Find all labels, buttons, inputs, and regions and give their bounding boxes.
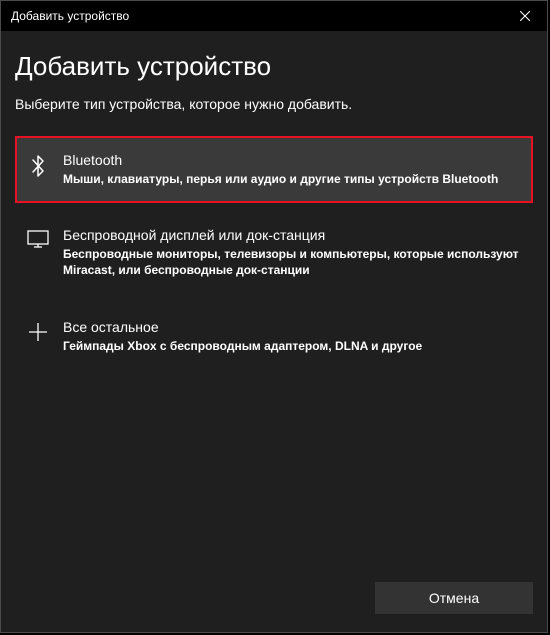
option-text: Bluetooth Мыши, клавиатуры, перья или ау… bbox=[63, 152, 521, 187]
option-wireless-display[interactable]: Беспроводной дисплей или док-станция Бес… bbox=[15, 211, 533, 294]
option-desc: Беспроводные мониторы, телевизоры и комп… bbox=[63, 246, 521, 278]
close-button[interactable] bbox=[502, 1, 547, 31]
option-everything-else[interactable]: Все остальное Геймпады Xbox с беспроводн… bbox=[15, 303, 533, 370]
bluetooth-icon bbox=[27, 155, 49, 177]
option-text: Беспроводной дисплей или док-станция Бес… bbox=[63, 227, 521, 278]
option-title: Беспроводной дисплей или док-станция bbox=[63, 227, 521, 243]
option-title: Все остальное bbox=[63, 319, 521, 335]
dialog-footer: Отмена bbox=[1, 582, 547, 632]
titlebar: Добавить устройство bbox=[1, 1, 547, 31]
option-bluetooth[interactable]: Bluetooth Мыши, клавиатуры, перья или ау… bbox=[15, 136, 533, 203]
titlebar-text: Добавить устройство bbox=[11, 9, 129, 23]
plus-icon bbox=[27, 322, 49, 344]
option-desc: Геймпады Xbox с беспроводным адаптером, … bbox=[63, 338, 521, 354]
option-text: Все остальное Геймпады Xbox с беспроводн… bbox=[63, 319, 521, 354]
add-device-dialog: Добавить устройство Добавить устройство … bbox=[0, 0, 548, 633]
cancel-button[interactable]: Отмена bbox=[375, 582, 533, 614]
option-desc: Мыши, клавиатуры, перья или аудио и друг… bbox=[63, 171, 521, 187]
dialog-heading: Добавить устройство bbox=[15, 51, 533, 82]
close-icon bbox=[520, 11, 530, 21]
option-title: Bluetooth bbox=[63, 152, 521, 168]
dialog-content: Добавить устройство Выберите тип устройс… bbox=[1, 31, 547, 582]
dialog-subheading: Выберите тип устройства, которое нужно д… bbox=[15, 96, 533, 112]
display-icon bbox=[27, 230, 49, 252]
